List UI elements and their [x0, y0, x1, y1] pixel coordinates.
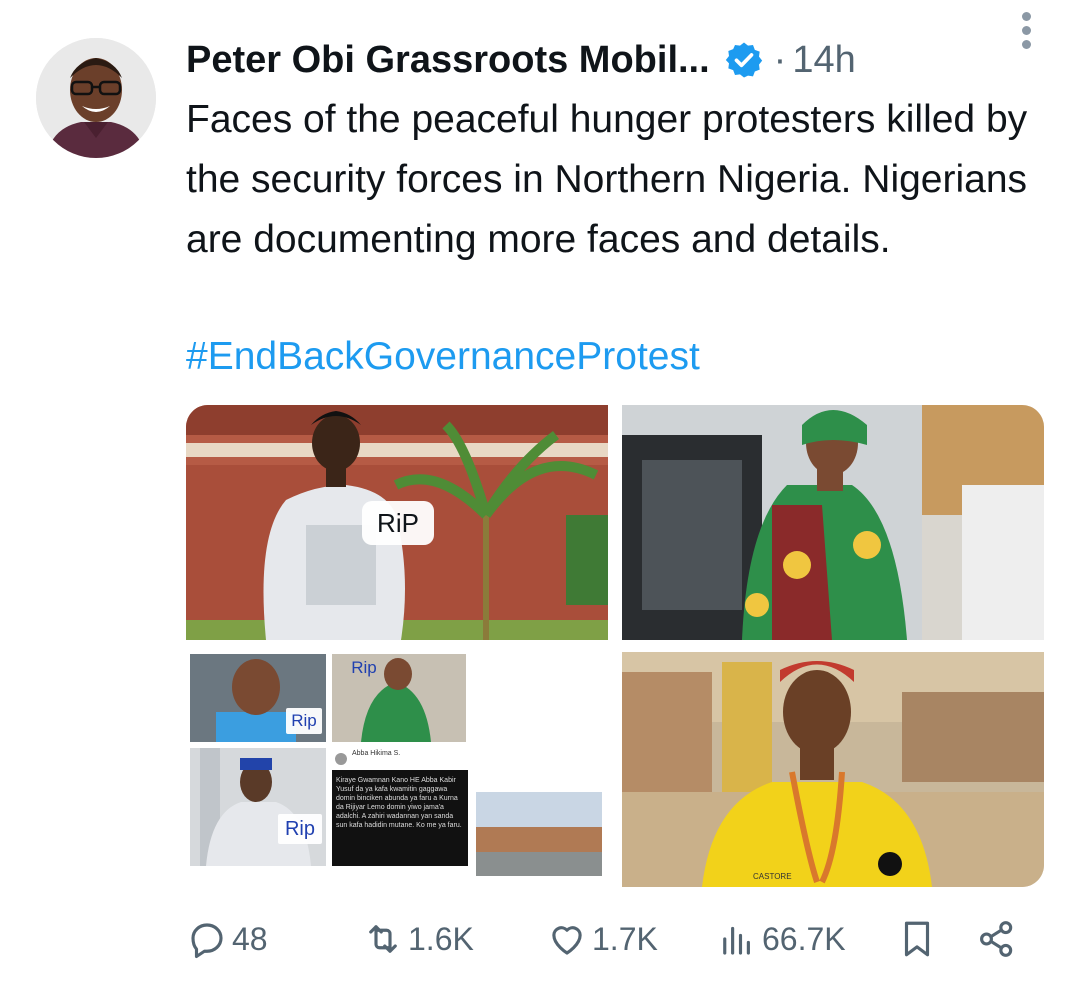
heart-icon	[552, 926, 582, 955]
repost-count: 1.6K	[408, 920, 474, 957]
reply-button[interactable]: 48	[186, 918, 268, 960]
media-grid: RiP Rip Rip Rip Abba Hikima S. Kiraye Gw…	[186, 405, 1044, 887]
bookmark-button[interactable]	[896, 918, 942, 960]
tweet-header: Peter Obi Grassroots Mobil... · 14h	[186, 30, 1057, 90]
repost-icon	[369, 925, 397, 953]
avatar[interactable]	[36, 38, 156, 158]
post-author: Abba Hikima S.	[352, 750, 401, 757]
reply-icon	[191, 923, 223, 959]
rip-label: Rip	[351, 658, 377, 677]
verified-badge-icon[interactable]	[724, 40, 764, 80]
more-options-icon[interactable]	[1019, 12, 1033, 52]
bookmark-icon	[904, 921, 930, 957]
media-image-4[interactable]: CASTORE	[622, 652, 1044, 887]
media-image-2[interactable]	[622, 405, 1044, 640]
reply-count: 48	[232, 920, 268, 957]
shirt-text: CASTORE	[753, 872, 792, 881]
share-button[interactable]	[976, 918, 1022, 960]
media-image-3[interactable]: Rip Rip Rip Abba Hikima S. Kiraye Gwamna…	[186, 652, 608, 887]
like-count: 1.7K	[592, 920, 658, 957]
hashtag-link[interactable]: #EndBackGovernanceProtest	[186, 327, 700, 387]
repost-button[interactable]: 1.6K	[362, 918, 474, 960]
views-button[interactable]: 66.7K	[716, 918, 846, 960]
timestamp[interactable]: 14h	[792, 39, 855, 82]
separator-dot: ·	[773, 38, 787, 81]
share-icon	[980, 921, 1013, 957]
views-icon	[723, 926, 750, 955]
author-name[interactable]: Peter Obi Grassroots Mobil...	[186, 39, 710, 82]
views-count: 66.7K	[762, 920, 846, 957]
rip-label: Rip	[286, 708, 322, 734]
media-image-1[interactable]: RiP	[186, 405, 608, 640]
rip-label: RiP	[362, 501, 434, 545]
tweet-actions: 48 1.6K 1.7K 66.7K	[186, 918, 1057, 968]
like-button[interactable]: 1.7K	[546, 918, 658, 960]
tweet-text: Faces of the peaceful hunger protesters …	[186, 98, 1028, 261]
rip-label: Rip	[278, 814, 322, 844]
post-text: Kiraye Gwamnan Kano HE Abba Kabir Yusuf …	[336, 777, 462, 829]
